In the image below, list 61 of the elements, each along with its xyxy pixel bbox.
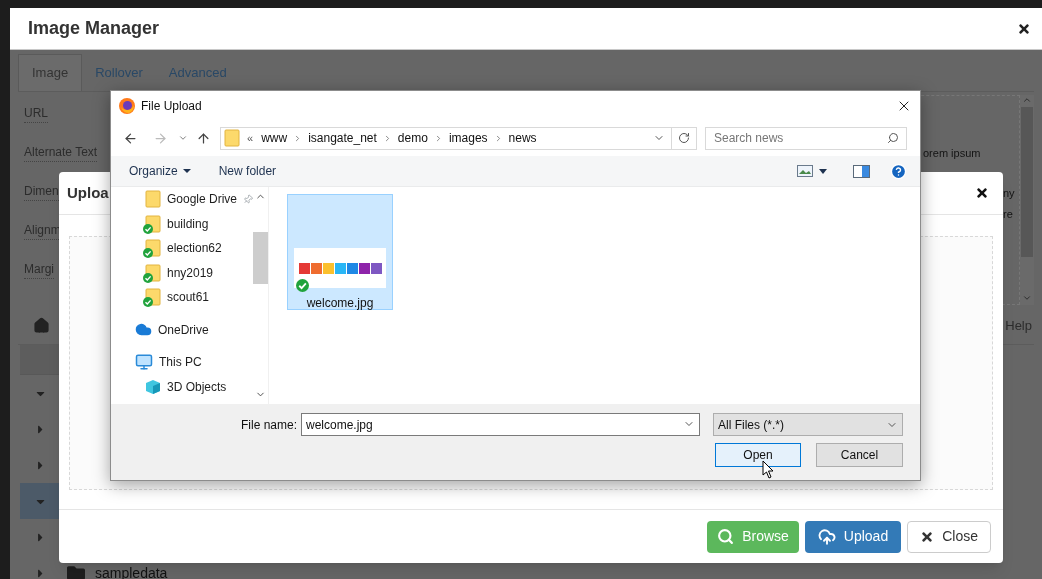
forward-arrow-icon[interactable] xyxy=(153,130,168,146)
field-label: URL xyxy=(24,104,48,123)
scrollbar-thumb[interactable] xyxy=(253,232,268,284)
nav-item[interactable]: hny2019 xyxy=(167,263,214,282)
upload-button[interactable]: Upload xyxy=(804,520,902,553)
folder-icon xyxy=(145,190,161,209)
nav-item[interactable]: 3D Objects xyxy=(167,377,227,396)
address-bar[interactable]: « www isangate_net demo images news xyxy=(220,126,697,150)
path-segment[interactable]: demo xyxy=(397,129,428,147)
scrollbar-thumb[interactable] xyxy=(1021,107,1033,257)
folder-icon xyxy=(224,129,240,147)
refresh-icon[interactable] xyxy=(678,132,690,144)
file-tile[interactable]: welcome.jpg xyxy=(287,194,393,310)
close-icon xyxy=(920,529,935,544)
view-icon[interactable] xyxy=(797,165,813,177)
search-icon[interactable] xyxy=(887,131,899,144)
caret-down-icon[interactable] xyxy=(819,168,827,174)
preview-text: ny xyxy=(1003,186,1015,200)
close-button[interactable] xyxy=(975,186,989,200)
path-segment[interactable]: images xyxy=(448,129,488,147)
scrollbar[interactable] xyxy=(1020,95,1034,305)
dialog-title: File Upload xyxy=(141,97,202,115)
search-icon xyxy=(717,528,735,545)
path-segment[interactable]: isangate_net xyxy=(308,129,377,147)
file-type-select[interactable]: All Files (*.*) xyxy=(713,413,903,436)
home-icon[interactable] xyxy=(33,317,50,334)
scroll-down-icon[interactable] xyxy=(1022,293,1032,303)
preview-text: re xyxy=(1003,207,1013,221)
window-title: Image Manager xyxy=(28,17,160,40)
nav-item[interactable]: election62 xyxy=(167,239,222,258)
nav-item[interactable]: building xyxy=(167,214,209,233)
file-name-field[interactable]: welcome.jpg xyxy=(301,413,700,436)
monitor-icon xyxy=(135,353,153,372)
nav-item[interactable]: Google Drive xyxy=(167,190,238,209)
browser-logo-icon xyxy=(119,97,135,114)
preview-pane-icon[interactable] xyxy=(853,164,870,178)
path-segment[interactable]: www xyxy=(261,129,288,147)
nav-item[interactable]: This PC xyxy=(159,353,202,372)
chevron-down-icon[interactable] xyxy=(178,133,188,143)
preview-text: orem ipsum xyxy=(923,146,981,160)
nav-item[interactable]: OneDrive xyxy=(158,320,209,339)
new-folder-button[interactable]: New folder xyxy=(218,162,277,180)
organize-menu[interactable]: Organize xyxy=(129,162,191,180)
field-label: Margi xyxy=(24,260,54,279)
dialog-button[interactable]: Open xyxy=(715,443,801,467)
scroll-up-icon[interactable] xyxy=(1022,95,1032,105)
file-name: welcome.jpg xyxy=(306,295,374,312)
field-label: Dimen xyxy=(24,182,59,201)
cloud-upload-icon xyxy=(817,527,836,546)
nav-item[interactable]: scout61 xyxy=(167,288,210,307)
dialog-title: Uploa xyxy=(67,182,109,203)
path-segment[interactable]: news xyxy=(508,129,537,147)
search-field[interactable]: Search news xyxy=(705,126,907,150)
field-label: Alternate Text xyxy=(24,143,98,162)
file-name-label: File name: xyxy=(240,416,297,434)
help-icon[interactable] xyxy=(890,162,907,180)
close-button[interactable]: Close xyxy=(907,520,991,553)
path-overflow-marker[interactable]: « xyxy=(247,129,254,147)
folder-icon xyxy=(67,564,85,579)
dialog-button[interactable]: Cancel xyxy=(816,443,903,467)
cube-icon xyxy=(145,378,161,395)
